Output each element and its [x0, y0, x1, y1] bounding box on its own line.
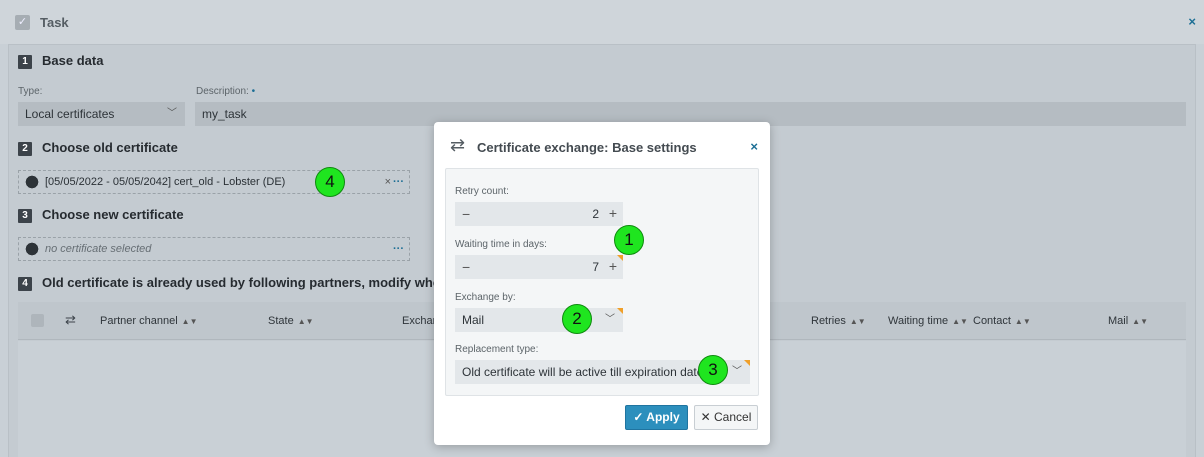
cancel-button[interactable]: ✕ Cancel — [694, 405, 758, 430]
required-corner-icon — [617, 255, 623, 261]
more-options-icon[interactable]: ··· — [393, 238, 404, 260]
section-old-certificate: 2 Choose old certificate — [18, 140, 178, 156]
column-retries[interactable]: Retries ▲▼ — [811, 315, 866, 327]
type-select[interactable]: Local certificates ﹀ — [18, 102, 185, 126]
waiting-time-label: Waiting time in days: — [455, 239, 547, 250]
replacement-type-label: Replacement type: — [455, 344, 539, 355]
check-icon: ✓ — [633, 410, 644, 424]
required-dot: • — [251, 86, 256, 97]
column-partner-channel[interactable]: Partner channel ▲▼ — [100, 315, 198, 327]
new-certificate-placeholder: no certificate selected — [45, 243, 152, 255]
clear-icon[interactable]: × — [385, 171, 391, 193]
more-options-icon[interactable]: ··· — [393, 171, 404, 193]
annotation-marker-1: 1 — [614, 225, 644, 255]
required-corner-icon — [744, 360, 750, 366]
column-contact[interactable]: Contact ▲▼ — [973, 315, 1031, 327]
description-label: Description: • — [196, 86, 256, 97]
sort-icon: ▲▼ — [849, 317, 866, 326]
chevron-down-icon: ﹀ — [167, 108, 177, 119]
section-number: 3 — [18, 208, 32, 223]
decrement-icon[interactable]: − — [462, 206, 470, 222]
sort-icon: ▲▼ — [1014, 317, 1031, 326]
section-title: Choose new certificate — [42, 207, 184, 222]
sort-icon: ▲▼ — [952, 317, 968, 326]
window-title: Task — [40, 15, 69, 30]
waiting-time-value: 7 — [592, 260, 599, 274]
section-title: Choose old certificate — [42, 140, 178, 155]
section-number: 2 — [18, 141, 32, 156]
old-certificate-value: [05/05/2022 - 05/05/2042] cert_old - Lob… — [45, 176, 286, 188]
close-icon: ✕ — [700, 410, 711, 424]
retry-count-value: 2 — [592, 207, 599, 221]
column-mail[interactable]: Mail ▲▼ — [1108, 315, 1148, 327]
column-state[interactable]: State ▲▼ — [268, 315, 314, 327]
chevron-down-icon: ﹀ — [605, 314, 615, 325]
old-certificate-field[interactable]: [05/05/2022 - 05/05/2042] cert_old - Lob… — [18, 170, 410, 194]
section-new-certificate: 3 Choose new certificate — [18, 207, 184, 223]
sort-icon: ▲▼ — [1132, 317, 1149, 326]
exchange-arrows-icon: ⇄ — [65, 312, 76, 327]
decrement-icon[interactable]: − — [462, 259, 470, 275]
sort-icon: ▲▼ — [181, 317, 198, 326]
chevron-down-icon: ﹀ — [732, 366, 742, 377]
annotation-marker-3: 3 — [698, 355, 728, 385]
annotation-marker-2: 2 — [562, 304, 592, 334]
dialog-header: ⇄ Certificate exchange: Base settings × — [434, 122, 770, 168]
section-partners: 4 Old certificate is already used by foll… — [18, 275, 471, 291]
window-close-icon[interactable]: × — [1188, 14, 1196, 29]
section-title: Base data — [42, 53, 104, 68]
retry-count-label: Retry count: — [455, 186, 509, 197]
section-base-data: 1 Base data — [18, 53, 103, 69]
apply-button[interactable]: ✓ Apply — [625, 405, 688, 430]
exchange-by-select[interactable]: Mail ﹀ — [455, 308, 623, 332]
certificate-seal-icon — [24, 241, 40, 257]
exchange-arrows-icon: ⇄ — [450, 135, 466, 155]
select-all-checkbox[interactable] — [31, 314, 44, 327]
section-title: Old certificate is already used by follo… — [42, 275, 472, 290]
required-corner-icon — [617, 308, 623, 314]
dialog-title: Certificate exchange: Base settings — [477, 140, 697, 155]
window-check-icon: ✓ — [15, 15, 30, 30]
retry-count-stepper[interactable]: − 2 + — [455, 202, 623, 226]
increment-icon[interactable]: + — [609, 205, 617, 221]
description-value: my_task — [202, 107, 247, 121]
replacement-type-value: Old certificate will be active till expi… — [462, 365, 704, 379]
exchange-by-label: Exchange by: — [455, 292, 516, 303]
section-number: 1 — [18, 54, 32, 69]
annotation-marker-4: 4 — [315, 167, 345, 197]
certificate-seal-icon — [24, 174, 40, 190]
exchange-by-value: Mail — [462, 313, 485, 327]
waiting-time-stepper[interactable]: − 7 + — [455, 255, 623, 279]
new-certificate-field[interactable]: no certificate selected ··· — [18, 237, 410, 261]
window-header: ✓ Task × — [0, 0, 1204, 44]
column-waiting-time[interactable]: Waiting time ▲▼ — [888, 315, 968, 327]
sort-icon: ▲▼ — [297, 317, 314, 326]
certificate-exchange-dialog: ⇄ Certificate exchange: Base settings × … — [434, 122, 770, 445]
dialog-close-icon[interactable]: × — [750, 139, 758, 154]
section-number: 4 — [18, 276, 32, 291]
type-label: Type: — [18, 86, 43, 97]
type-value: Local certificates — [25, 107, 115, 121]
increment-icon[interactable]: + — [609, 258, 617, 274]
